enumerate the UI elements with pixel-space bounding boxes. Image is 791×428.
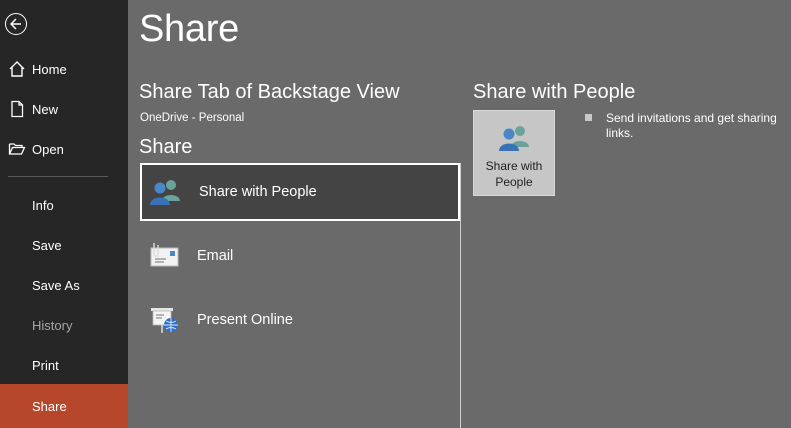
section-title: Share Tab of Backstage View [139,81,400,103]
backstage-nav: Home New Open Info Save Save As History … [0,0,128,428]
nav-label-home: Home [32,61,67,77]
nav-item-home[interactable]: Home [0,49,128,89]
new-document-icon [11,100,24,118]
option-share-with-people[interactable]: Share with People [140,163,460,221]
nav-label-print: Print [32,357,59,373]
nav-label-history: History [32,317,73,333]
people-icon [150,180,180,205]
nav-label-save: Save [32,237,62,253]
home-icon [9,61,25,77]
option-present-online[interactable]: Present Online [140,291,460,349]
option-label-email: Email [197,248,234,264]
present-online-icon [151,308,178,333]
nav-item-save[interactable]: Save [0,225,128,265]
people-icon [499,126,529,151]
nav-label-info: Info [32,197,54,213]
pane-divider [460,163,461,428]
nav-item-open[interactable]: Open [0,129,128,169]
detail-title: Share with People [473,81,636,103]
nav-label-save-as: Save As [32,277,80,293]
nav-item-info[interactable]: Info [0,185,128,225]
nav-item-save-as[interactable]: Save As [0,265,128,305]
nav-item-new[interactable]: New [0,89,128,129]
nav-label-open: Open [32,141,64,157]
back-button[interactable] [5,13,27,35]
folder-open-icon [8,143,26,155]
nav-divider [8,176,108,177]
share-heading: Share [139,136,193,158]
option-label-share-with-people: Share with People [199,184,317,200]
nav-item-share[interactable]: Share [0,384,128,428]
nav-item-history[interactable]: History [0,305,128,345]
nav-item-print[interactable]: Print [0,345,128,385]
nav-label-new: New [32,101,59,117]
email-icon [150,243,179,267]
back-arrow-icon [10,18,21,30]
page-title: Share [139,8,239,50]
account-label: OneDrive - Personal [140,112,245,124]
detail-description: Send invitations and get sharing links. [606,111,777,140]
nav-label-share: Share [32,398,67,414]
option-email[interactable]: Email [140,227,460,285]
tile-label: Share with People [485,159,543,189]
bullet-icon [585,114,592,121]
share-with-people-tile-button[interactable]: Share with People [473,110,555,196]
option-label-present-online: Present Online [197,312,293,328]
